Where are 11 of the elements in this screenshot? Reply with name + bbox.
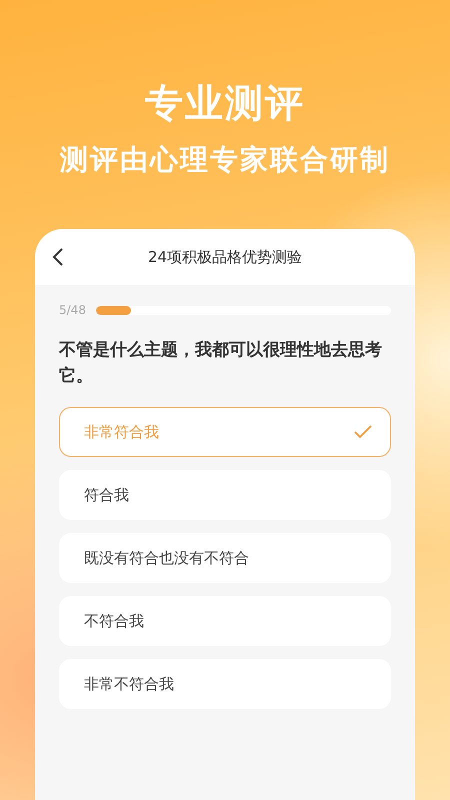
progress-count: 5/48: [59, 303, 86, 317]
question-text: 不管是什么主题，我都可以很理性地去思考它。: [59, 339, 383, 388]
answer-option[interactable]: 符合我: [59, 470, 391, 520]
answer-option[interactable]: 非常不符合我: [59, 659, 391, 709]
back-icon: [51, 247, 65, 267]
banner-subtitle: 测评由心理专家联合研制: [60, 142, 390, 178]
answer-option[interactable]: 不符合我: [59, 596, 391, 646]
quiz-title: 24项积极品格优势测验: [148, 248, 302, 266]
check-icon: [354, 425, 372, 439]
answer-option[interactable]: 既没有符合也没有不符合: [59, 533, 391, 583]
banner-title: 专业测评: [145, 80, 305, 127]
